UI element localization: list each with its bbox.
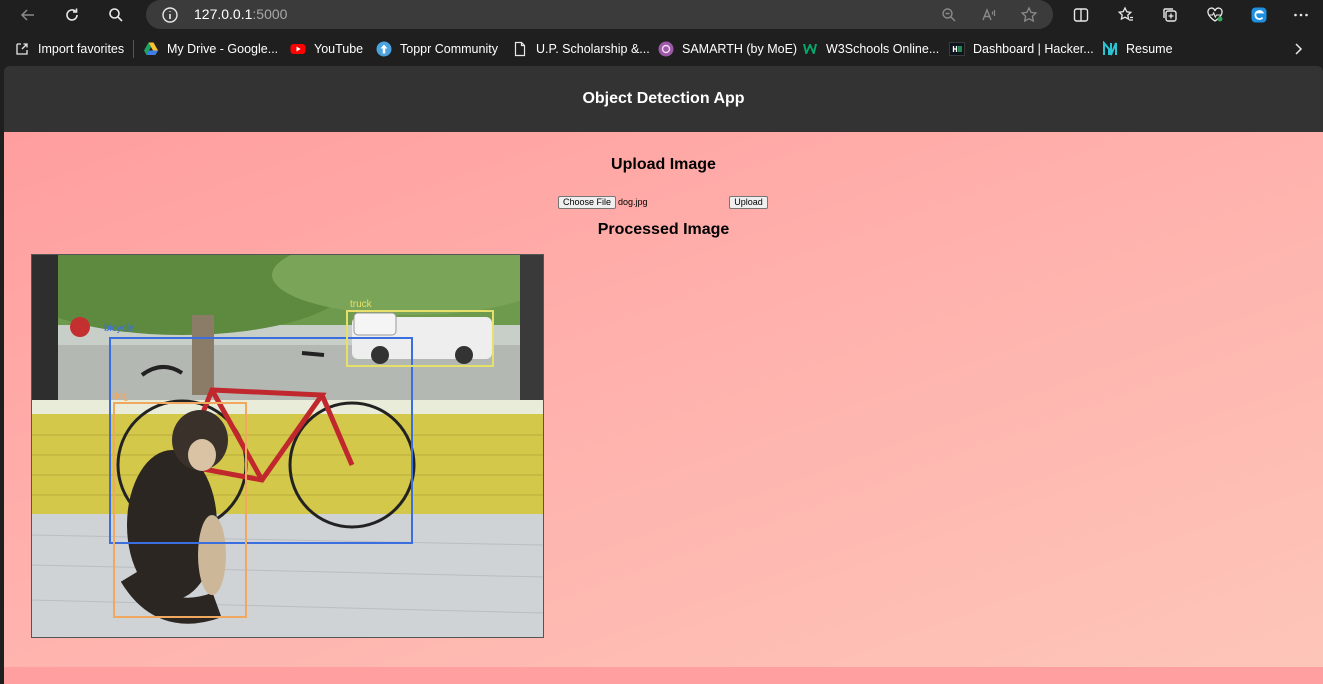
- bookmark-label: My Drive - Google...: [167, 42, 279, 56]
- bookmark-import-favorites[interactable]: Import favorites: [14, 40, 124, 58]
- app-header: Object Detection App: [4, 66, 1323, 132]
- google-drive-icon: [143, 41, 159, 57]
- bookmark-w3schools[interactable]: W3Schools Online...: [802, 40, 939, 58]
- favorites-button[interactable]: [1115, 4, 1137, 26]
- app-title: Object Detection App: [582, 90, 745, 107]
- upload-heading: Upload Image: [611, 156, 716, 173]
- bookmark-toppr[interactable]: Toppr Community: [376, 40, 498, 58]
- edge-icon: [1251, 7, 1267, 23]
- site-info-icon[interactable]: [159, 4, 181, 26]
- read-aloud-icon[interactable]: [978, 4, 1000, 26]
- web-page: Object Detection App Upload Image Choose…: [4, 66, 1323, 684]
- detection-result-illustration: bicycle truck dog: [32, 255, 543, 637]
- bookmark-label: YouTube: [314, 42, 364, 56]
- detection-label-bicycle: bicycle: [104, 323, 135, 334]
- upload-button[interactable]: Upload: [729, 196, 768, 209]
- youtube-icon: [290, 41, 306, 57]
- url-port: :5000: [252, 6, 288, 22]
- bookmark-label: Dashboard | Hacker...: [973, 42, 1094, 56]
- browser-toolbar: 127.0.0.1:5000: [0, 0, 1323, 30]
- search-icon: [109, 8, 123, 22]
- resume-icon: [1102, 41, 1118, 57]
- bookmark-label: Import favorites: [38, 42, 125, 56]
- collections-icon: [1163, 8, 1177, 22]
- favorites-list-icon: [1117, 6, 1133, 21]
- bookmark-up-scholarship[interactable]: U.P. Scholarship &...: [512, 40, 650, 58]
- back-arrow-icon: [20, 9, 34, 21]
- settings-more-button[interactable]: [1290, 4, 1312, 26]
- bookmark-label: SAMARTH (by MoE): [682, 42, 798, 56]
- bookmark-hackerrank[interactable]: Dashboard | Hacker...: [949, 40, 1094, 58]
- split-screen-button[interactable]: [1070, 4, 1092, 26]
- processed-heading: Processed Image: [597, 221, 730, 238]
- chevron-right-icon: [1290, 41, 1306, 57]
- browser-essentials-button[interactable]: [1204, 4, 1226, 26]
- refresh-button[interactable]: [61, 4, 83, 26]
- search-button[interactable]: [105, 4, 127, 26]
- bookmark-samarth[interactable]: SAMARTH (by MoE): [658, 40, 797, 58]
- page-icon: [512, 41, 528, 57]
- bookmark-resume[interactable]: Resume: [1102, 40, 1173, 58]
- hackerrank-icon: [949, 41, 965, 57]
- refresh-icon: [66, 8, 78, 21]
- page-footer: [4, 667, 1323, 684]
- samarth-icon: [658, 41, 674, 57]
- back-button[interactable]: [17, 4, 39, 26]
- favorite-star-icon[interactable]: [1018, 4, 1040, 26]
- bookmark-label: Resume: [1126, 42, 1173, 56]
- bookmark-label: W3Schools Online...: [826, 42, 940, 56]
- edge-copilot-button[interactable]: [1248, 4, 1270, 26]
- url-text[interactable]: 127.0.0.1:5000: [194, 6, 287, 22]
- w3schools-icon: [802, 41, 818, 57]
- split-screen-icon: [1073, 8, 1089, 22]
- bookmark-youtube[interactable]: YouTube: [290, 40, 363, 58]
- import-icon: [14, 41, 30, 57]
- address-bar[interactable]: 127.0.0.1:5000: [146, 0, 1053, 29]
- bookmarks-divider: [133, 40, 134, 58]
- more-favorites-button[interactable]: [1290, 40, 1314, 58]
- heart-pulse-icon: [1207, 7, 1223, 22]
- collections-button[interactable]: [1159, 4, 1181, 26]
- bookmark-my-drive[interactable]: My Drive - Google...: [143, 40, 278, 58]
- favorites-bar: Import favorites My Drive - Google... Yo…: [0, 34, 1323, 64]
- url-host: 127.0.0.1: [194, 6, 253, 22]
- choose-file-button[interactable]: Choose File: [558, 196, 617, 209]
- processed-image: bicycle truck dog: [31, 254, 544, 638]
- detection-label-truck: truck: [350, 299, 373, 310]
- toppr-icon: [376, 41, 392, 57]
- detection-label-dog: dog: [112, 391, 129, 402]
- bookmark-label: U.P. Scholarship &...: [536, 42, 650, 56]
- zoom-out-icon[interactable]: [938, 4, 960, 26]
- bookmark-label: Toppr Community: [400, 42, 498, 56]
- selected-file-name: dog.jpg: [618, 197, 648, 207]
- more-dots-icon: [1294, 13, 1308, 17]
- main-content: Upload Image Choose File dog.jpg Upload …: [4, 132, 1323, 684]
